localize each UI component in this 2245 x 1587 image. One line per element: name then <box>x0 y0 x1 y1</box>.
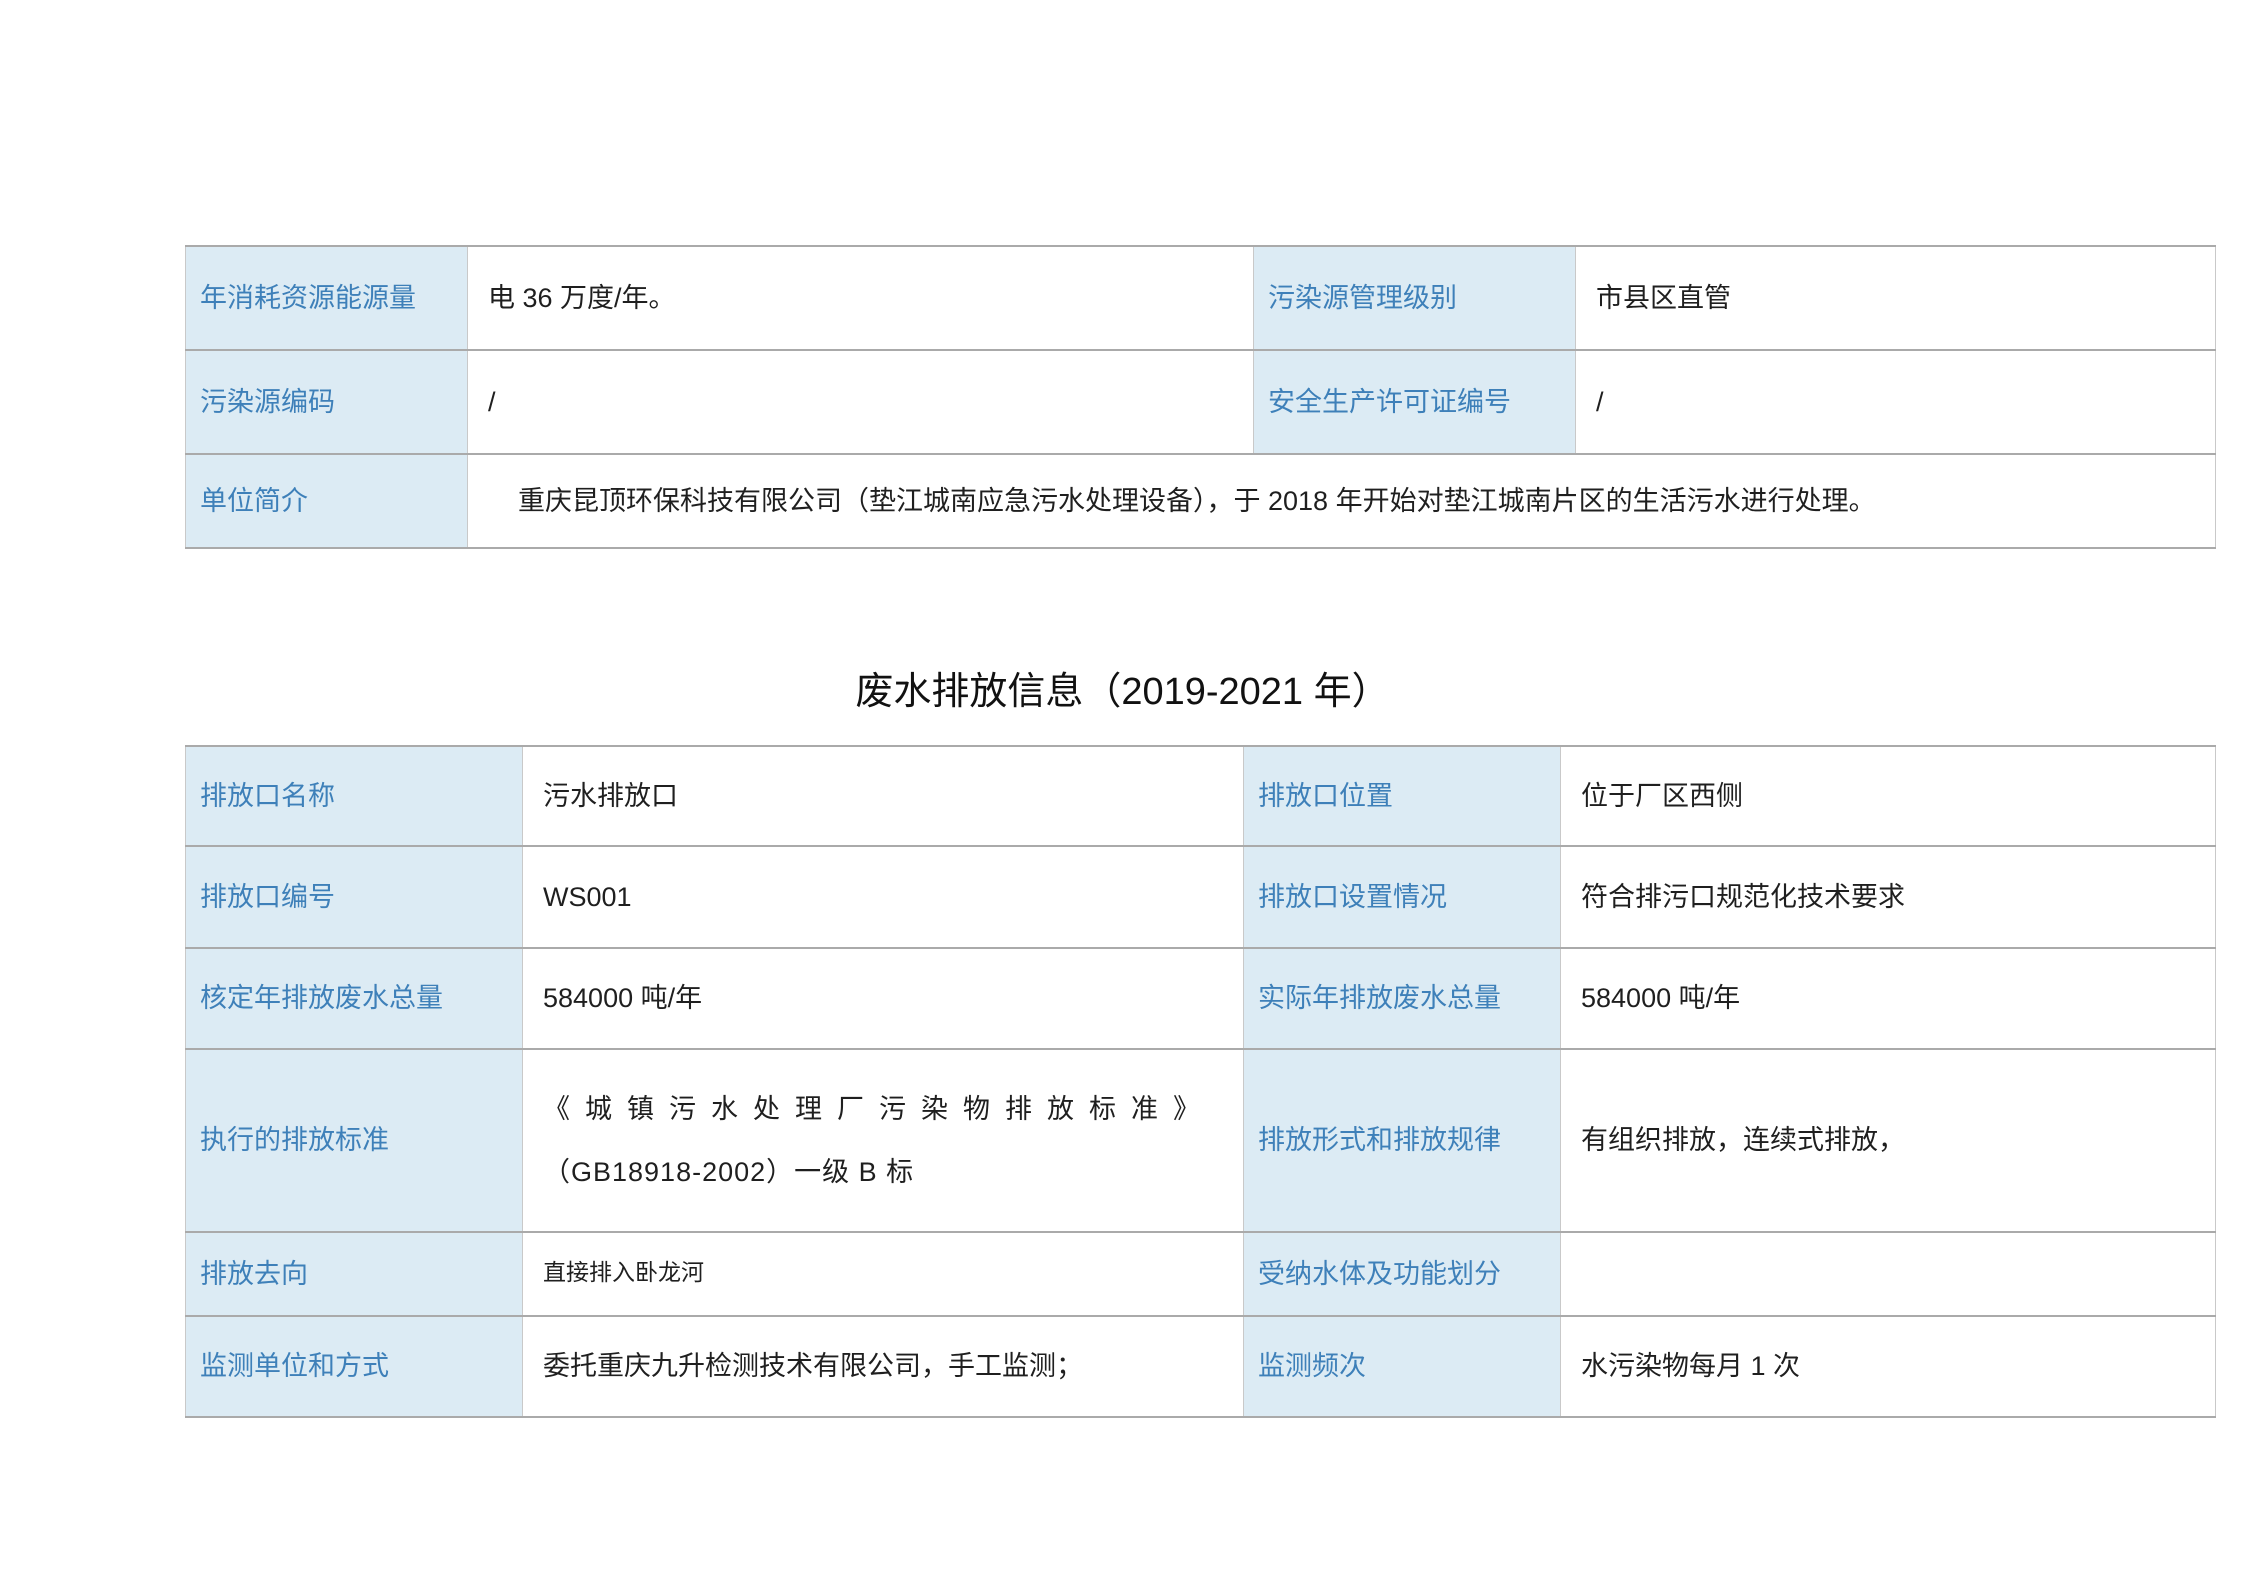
table-row: 监测单位和方式 委托重庆九升检测技术有限公司，手工监测； 监测频次 水污染物每月… <box>186 1316 2216 1417</box>
table-row: 排放口名称 污水排放口 排放口位置 位于厂区西侧 <box>186 746 2216 846</box>
label-discharge-form-and-pattern: 排放形式和排放规律 <box>1244 1049 1561 1232</box>
standard-code-line: （GB18918-2002）一级 B 标 <box>543 1154 1229 1190</box>
standard-title-line: 《城镇污水处理厂污染物排放标准》 <box>543 1091 1229 1127</box>
label-pollution-source-management-level: 污染源管理级别 <box>1254 246 1576 350</box>
label-outlet-number: 排放口编号 <box>186 846 523 948</box>
label-monitoring-frequency: 监测频次 <box>1244 1316 1561 1417</box>
value-discharge-form-and-pattern: 有组织排放，连续式排放， <box>1561 1049 2216 1232</box>
document-page: { "colors": { "label_bg": "#dcebf4", "la… <box>0 0 2245 1587</box>
table-row: 核定年排放废水总量 584000 吨/年 实际年排放废水总量 584000 吨/… <box>186 948 2216 1049</box>
value-pollution-source-management-level: 市县区直管 <box>1576 246 2216 350</box>
unit-info-table: 年消耗资源能源量 电 36 万度/年。 污染源管理级别 市县区直管 污染源编码 … <box>185 245 2216 549</box>
table-row: 执行的排放标准 《城镇污水处理厂污染物排放标准》 （GB18918-2002）一… <box>186 1049 2216 1232</box>
value-outlet-number: WS001 <box>523 846 1244 948</box>
table-row: 排放去向 直接排入卧龙河 受纳水体及功能划分 <box>186 1232 2216 1316</box>
table-row: 年消耗资源能源量 电 36 万度/年。 污染源管理级别 市县区直管 <box>186 246 2216 350</box>
value-outlet-name: 污水排放口 <box>523 746 1244 846</box>
wastewater-discharge-table: 排放口名称 污水排放口 排放口位置 位于厂区西侧 排放口编号 WS001 排放口… <box>185 745 2216 1418</box>
value-pollution-source-code: / <box>468 350 1254 454</box>
label-actual-annual-wastewater-total: 实际年排放废水总量 <box>1244 948 1561 1049</box>
value-unit-profile: 重庆昆顶环保科技有限公司（垫江城南应急污水处理设备），于 2018 年开始对垫江… <box>468 454 2216 548</box>
value-actual-annual-wastewater-total: 584000 吨/年 <box>1561 948 2216 1049</box>
label-pollution-source-code: 污染源编码 <box>186 350 468 454</box>
table-row: 污染源编码 / 安全生产许可证编号 / <box>186 350 2216 454</box>
table-row: 单位简介 重庆昆顶环保科技有限公司（垫江城南应急污水处理设备），于 2018 年… <box>186 454 2216 548</box>
label-discharge-destination: 排放去向 <box>186 1232 523 1316</box>
label-outlet-location: 排放口位置 <box>1244 746 1561 846</box>
value-receiving-water-body <box>1561 1232 2216 1316</box>
label-outlet-setup-status: 排放口设置情况 <box>1244 846 1561 948</box>
label-safety-production-license-no: 安全生产许可证编号 <box>1254 350 1576 454</box>
value-safety-production-license-no: / <box>1576 350 2216 454</box>
label-approved-annual-wastewater-total: 核定年排放废水总量 <box>186 948 523 1049</box>
value-outlet-setup-status: 符合排污口规范化技术要求 <box>1561 846 2216 948</box>
label-unit-profile: 单位简介 <box>186 454 468 548</box>
value-monitoring-unit-and-method: 委托重庆九升检测技术有限公司，手工监测； <box>523 1316 1244 1417</box>
label-annual-energy-consumption: 年消耗资源能源量 <box>186 246 468 350</box>
label-monitoring-unit-and-method: 监测单位和方式 <box>186 1316 523 1417</box>
label-receiving-water-body: 受纳水体及功能划分 <box>1244 1232 1561 1316</box>
label-outlet-name: 排放口名称 <box>186 746 523 846</box>
section-title: 废水排放信息（2019-2021 年） <box>0 660 2245 715</box>
value-discharge-destination: 直接排入卧龙河 <box>523 1232 1244 1316</box>
value-annual-energy-consumption: 电 36 万度/年。 <box>468 246 1254 350</box>
value-approved-annual-wastewater-total: 584000 吨/年 <box>523 948 1244 1049</box>
value-applicable-discharge-standard: 《城镇污水处理厂污染物排放标准》 （GB18918-2002）一级 B 标 <box>523 1049 1244 1232</box>
value-outlet-location: 位于厂区西侧 <box>1561 746 2216 846</box>
label-applicable-discharge-standard: 执行的排放标准 <box>186 1049 523 1232</box>
value-monitoring-frequency: 水污染物每月 1 次 <box>1561 1316 2216 1417</box>
table-row: 排放口编号 WS001 排放口设置情况 符合排污口规范化技术要求 <box>186 846 2216 948</box>
